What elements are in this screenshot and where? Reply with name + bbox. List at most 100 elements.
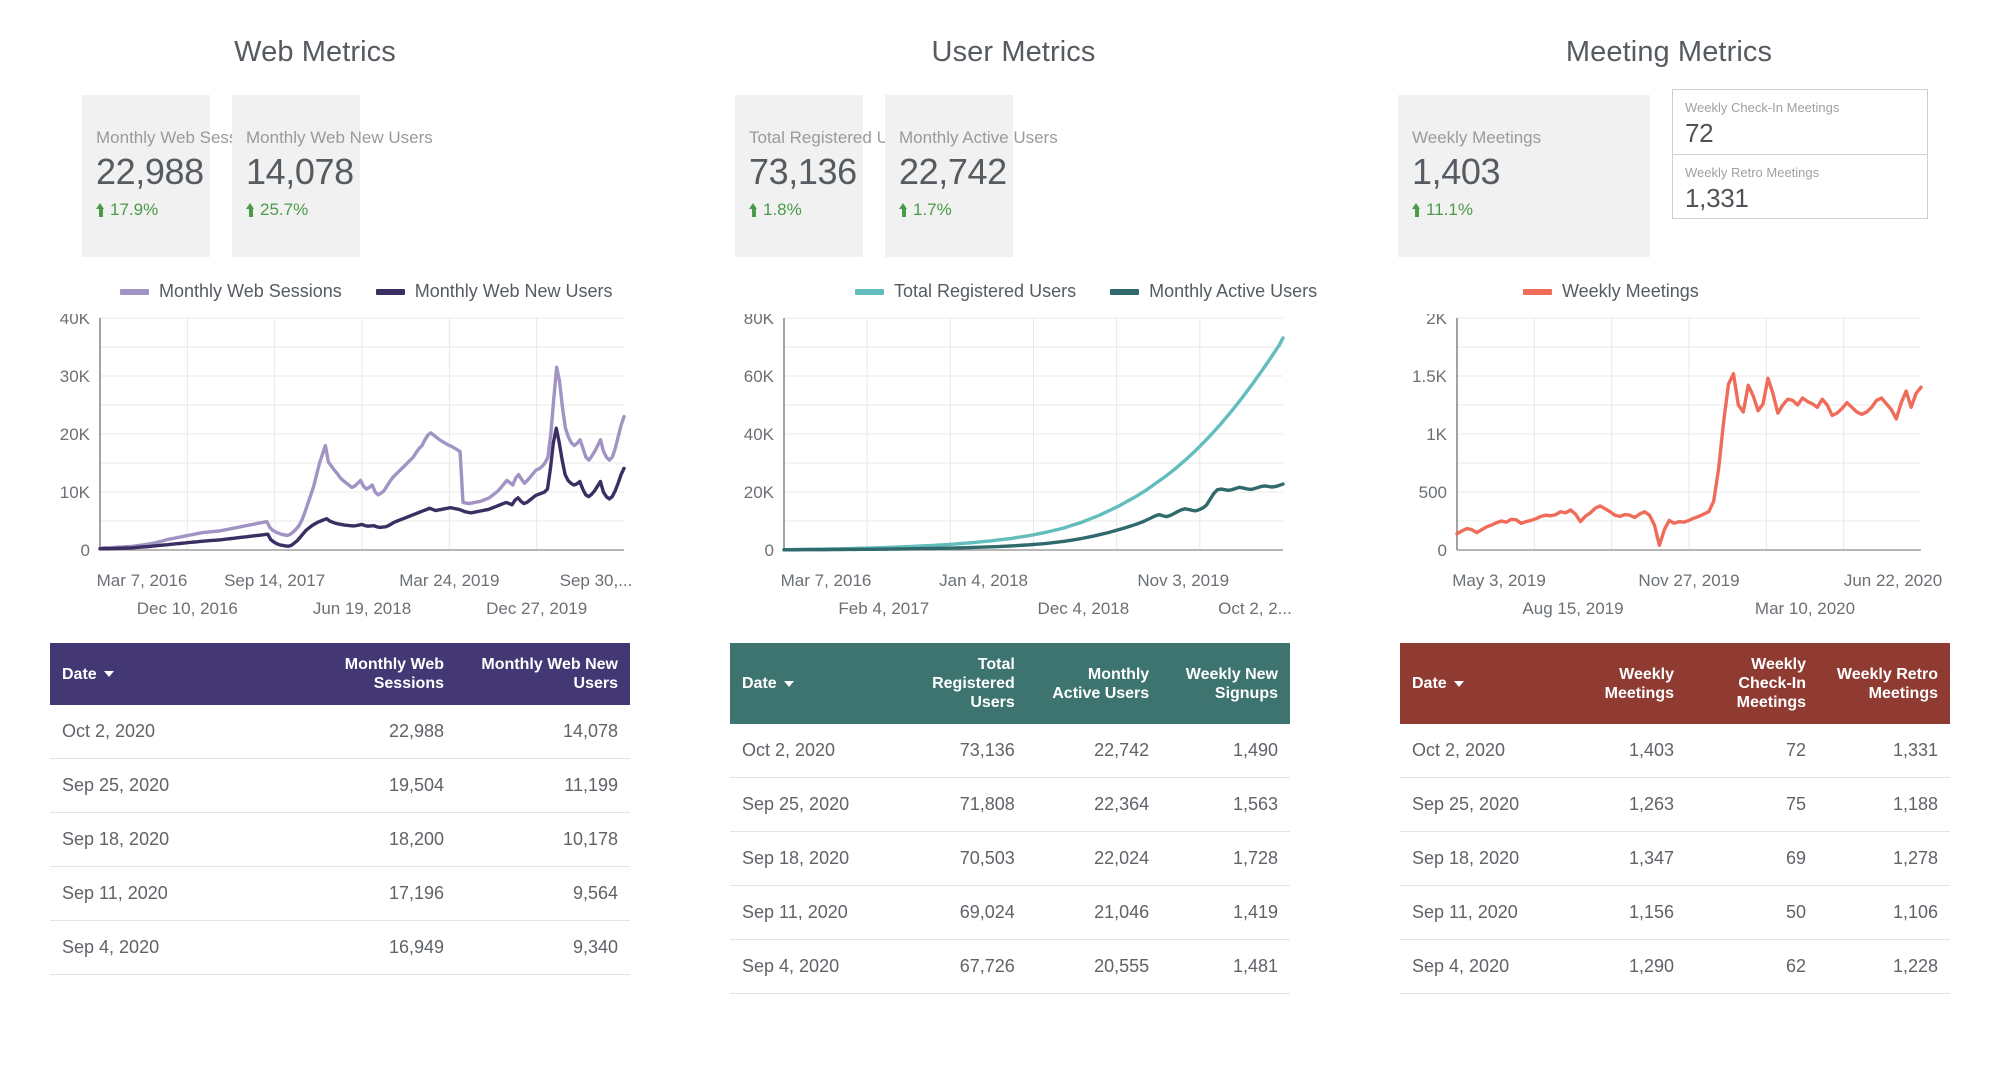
table-body: Oct 2, 2020 73,136 22,742 1,490 Sep 25, 2020… <box>730 724 1290 994</box>
table-row[interactable]: Sep 25, 2020 1,263 75 1,188 <box>1400 777 1950 832</box>
axis-x-tick-label: Oct 2, 2... <box>1218 599 1292 618</box>
scorecard-weekly-checkin-meetings[interactable]: Weekly Check-In Meetings 72 <box>1673 90 1927 155</box>
table-row[interactable]: Sep 4, 2020 16,949 9,340 <box>50 920 630 975</box>
scorecard-row-user: Total Registered Users 73,136 1.8% Month… <box>690 95 1365 257</box>
table-row[interactable]: Sep 11, 2020 69,024 21,046 1,419 <box>730 885 1290 940</box>
scorecard-value: 72 <box>1685 118 1714 148</box>
cell-value: 14,078 <box>456 705 630 759</box>
chart-legend-meeting: Weekly Meetings <box>1365 281 1999 302</box>
data-table: Date Monthly Web Sessions Monthly Web Ne… <box>50 643 630 975</box>
cell-value: 1,347 <box>1554 831 1686 886</box>
cell-value: 50 <box>1686 885 1818 940</box>
cell-value: 22,988 <box>282 705 456 759</box>
legend-item[interactable]: Weekly Meetings <box>1523 281 1699 302</box>
cell-date: Oct 2, 2020 <box>1400 724 1554 778</box>
cell-value: 69,024 <box>886 885 1027 940</box>
cell-value: 75 <box>1686 777 1818 832</box>
cell-value: 21,046 <box>1026 885 1162 940</box>
scorecard-weekly-meetings[interactable]: Weekly Meetings 1,403 11.1% <box>1398 95 1650 257</box>
column-header-metric[interactable]: Weekly Retro Meetings <box>1818 643 1950 724</box>
table-row[interactable]: Oct 2, 2020 22,988 14,078 <box>50 705 630 759</box>
chart-user-metrics[interactable]: 0 20K 40K 60K 80K <box>690 314 1295 569</box>
column-header-metric[interactable]: Weekly Meetings <box>1554 643 1686 724</box>
column-header-metric[interactable]: Total Registered Users <box>886 643 1027 724</box>
axis-x-tick-label: Jan 4, 2018 <box>939 571 1029 590</box>
scorecard-monthly-web-sessions[interactable]: Monthly Web Sessions 22,988 17.9% <box>82 95 269 257</box>
cell-value: 22,024 <box>1026 831 1162 886</box>
page-title-web: Web Metrics <box>234 36 396 68</box>
line-chart-svg: 0 20K 40K 60K 80K <box>744 314 1285 560</box>
column-header-date[interactable]: Date <box>730 643 887 724</box>
table-header-row: Date Total Registered Users Monthly Acti… <box>730 643 1290 724</box>
cell-date: Sep 25, 2020 <box>50 758 282 813</box>
chart-meeting-metrics[interactable]: 0 500 1K 1.5K 2K <box>1365 314 1955 569</box>
table-row[interactable]: Sep 18, 2020 18,200 10,178 <box>50 812 630 867</box>
table-row[interactable]: Sep 25, 2020 19,504 11,199 <box>50 758 630 813</box>
scorecard-monthly-active-users[interactable]: Monthly Active Users 22,742 1.7% <box>885 95 1058 257</box>
cell-value: 1,331 <box>1818 724 1950 778</box>
table-row[interactable]: Sep 18, 2020 70,503 22,024 1,728 <box>730 831 1290 886</box>
axis-y-tick-label: 2K <box>1426 314 1447 328</box>
line-chart-svg: 0 10K 20K 30K 40K <box>60 314 626 560</box>
data-table: Date Total Registered Users Monthly Acti… <box>730 643 1290 994</box>
cell-date: Sep 11, 2020 <box>1400 885 1554 940</box>
scorecard-delta: 25.7% <box>246 200 360 220</box>
table-row[interactable]: Oct 2, 2020 1,403 72 1,331 <box>1400 724 1950 778</box>
table-row[interactable]: Sep 11, 2020 17,196 9,564 <box>50 866 630 921</box>
axis-y-tick-label: 30K <box>60 367 91 386</box>
cell-value: 18,200 <box>282 812 456 867</box>
scorecard-value: 22,742 <box>899 151 1007 192</box>
table-web-metrics[interactable]: Date Monthly Web Sessions Monthly Web Ne… <box>0 643 630 975</box>
scorecard-row-web: Monthly Web Sessions 22,988 17.9% Monthl… <box>0 95 690 257</box>
table-row[interactable]: Sep 18, 2020 1,347 69 1,278 <box>1400 831 1950 886</box>
cell-value: 69 <box>1686 831 1818 886</box>
column-header-date[interactable]: Date <box>50 643 282 705</box>
axis-x-tick-label: Dec 27, 2019 <box>486 599 588 618</box>
axis-x-tick-label: Nov 27, 2019 <box>1638 571 1740 590</box>
scorecard-weekly-retro-meetings[interactable]: Weekly Retro Meetings 1,331 <box>1673 155 1927 219</box>
cell-value: 1,728 <box>1161 831 1290 886</box>
table-header-row: Date Monthly Web Sessions Monthly Web Ne… <box>50 643 630 705</box>
column-header-metric[interactable]: Monthly Active Users <box>1026 643 1162 724</box>
scorecard-delta: 11.1% <box>1412 200 1650 220</box>
scorecard-monthly-web-new-users[interactable]: Monthly Web New Users 14,078 25.7% <box>232 95 433 257</box>
arrow-up-icon <box>749 203 758 217</box>
table-row[interactable]: Oct 2, 2020 73,136 22,742 1,490 <box>730 724 1290 778</box>
axis-x-tick-label: Sep 14, 2017 <box>224 571 326 590</box>
legend-item[interactable]: Total Registered Users <box>855 281 1076 302</box>
table-user-metrics[interactable]: Date Total Registered Users Monthly Acti… <box>690 643 1290 994</box>
scorecard-delta: 17.9% <box>96 200 210 220</box>
chart-web-metrics[interactable]: 0 10K 20K 30K 40K <box>0 314 630 569</box>
column-header-metric[interactable]: Weekly Check-In Meetings <box>1686 643 1818 724</box>
cell-value: 22,364 <box>1026 777 1162 832</box>
axis-y-tick-label: 500 <box>1419 483 1447 502</box>
column-header-metric[interactable]: Monthly Web New Users <box>456 643 630 705</box>
chart-legend-user: Total Registered Users Monthly Active Us… <box>690 281 1365 302</box>
legend-item[interactable]: Monthly Active Users <box>1110 281 1317 302</box>
table-row[interactable]: Sep 4, 2020 67,726 20,555 1,481 <box>730 939 1290 994</box>
cell-date: Sep 4, 2020 <box>50 920 282 975</box>
table-row[interactable]: Sep 11, 2020 1,156 50 1,106 <box>1400 885 1950 940</box>
chart-x-axis-meeting: May 3, 2019 Nov 27, 2019 Jun 22, 2020 Aug 1… <box>1365 569 1999 629</box>
scorecard-delta-value: 25.7% <box>260 200 309 219</box>
column-header-metric[interactable]: Monthly Web Sessions <box>282 643 456 705</box>
cell-date: Sep 18, 2020 <box>730 831 887 886</box>
scorecard-total-registered-users[interactable]: Total Registered Users 73,136 1.8% <box>735 95 921 257</box>
column-header-date[interactable]: Date <box>1400 643 1554 724</box>
cell-value: 10,178 <box>456 812 630 867</box>
scorecard-label: Weekly Check-In Meetings <box>1685 100 1840 115</box>
table-meeting-metrics[interactable]: Date Weekly Meetings Weekly Check-In Mee… <box>1365 643 1950 994</box>
axis-y-tick-label: 10K <box>60 483 91 502</box>
table-row[interactable]: Sep 25, 2020 71,808 22,364 1,563 <box>730 777 1290 832</box>
cell-value: 9,340 <box>456 920 630 975</box>
cell-value: 22,742 <box>1026 724 1162 778</box>
column-header-metric[interactable]: Weekly New Signups <box>1161 643 1290 724</box>
table-row[interactable]: Sep 4, 2020 1,290 62 1,228 <box>1400 939 1950 994</box>
legend-label: Total Registered Users <box>894 281 1077 301</box>
legend-swatch-icon <box>855 288 884 295</box>
cell-date: Sep 11, 2020 <box>50 866 282 921</box>
legend-item[interactable]: Monthly Web New Users <box>375 281 613 302</box>
legend-label: Monthly Web Sessions <box>159 281 342 301</box>
legend-item[interactable]: Monthly Web Sessions <box>120 281 342 302</box>
cell-date: Sep 25, 2020 <box>730 777 887 832</box>
